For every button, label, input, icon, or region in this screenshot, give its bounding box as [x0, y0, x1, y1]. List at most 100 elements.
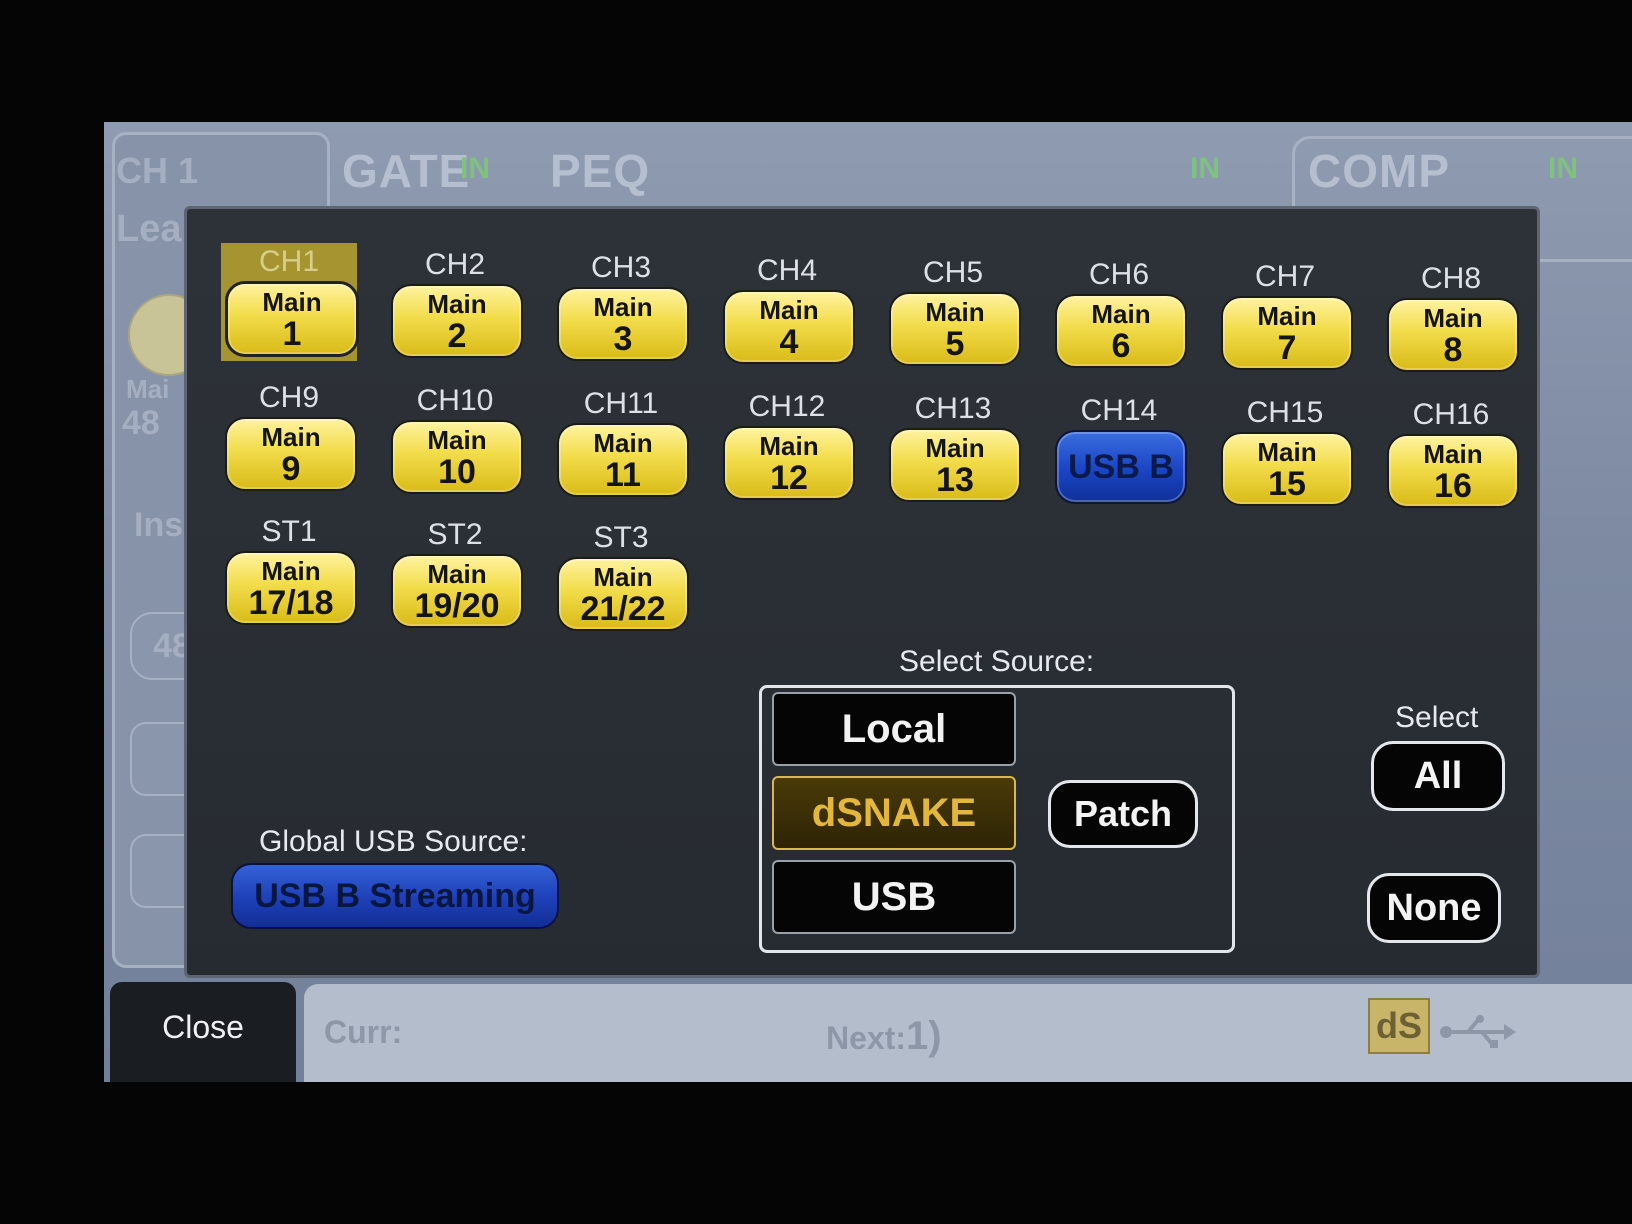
channel-source-button-ch6[interactable]: Main 6: [1055, 294, 1187, 368]
channel-source-value: 17/18: [248, 584, 334, 622]
channel-cell-ch3: CH3 Main 3: [553, 249, 689, 367]
channel-source-value: 21/22: [580, 590, 666, 628]
channel-bus-label: Main: [759, 295, 819, 325]
patch-button[interactable]: Patch: [1048, 780, 1198, 848]
background-label-ins: Ins: [134, 506, 184, 544]
channel-bus-label: Main: [1257, 437, 1317, 467]
channel-source-button-ch15[interactable]: Main 15: [1221, 432, 1353, 506]
background-tab-comp: COMP: [1308, 145, 1450, 197]
channel-bus-label: Main: [1091, 299, 1151, 329]
channel-cell-ch4: CH4 Main 4: [719, 252, 855, 370]
mixer-screen: CH 1 Lea Mai 48 Ins 48 GATE IN PEQ IN CO…: [104, 122, 1632, 1082]
source-local-button[interactable]: Local: [772, 692, 1016, 766]
channel-source-value: 1: [282, 315, 302, 353]
channel-name: CH15: [1246, 396, 1324, 429]
channel-source-button-ch14[interactable]: USB B: [1055, 430, 1187, 504]
channel-name: CH9: [258, 381, 319, 414]
channel-source-button-ch12[interactable]: Main 12: [723, 426, 855, 500]
channel-cell-ch14: CH14 USB B: [1051, 392, 1187, 510]
source-usb-button[interactable]: USB: [772, 860, 1016, 934]
channel-bus-label: Main: [925, 433, 985, 463]
source-select-popup: CH1 Main 1 CH2 Main 2 CH3 Main 3 CH4 Main 4 CH5 Main 5…: [184, 206, 1540, 978]
channel-bus-label: Main: [759, 431, 819, 461]
channel-source-button-ch1[interactable]: Main 1: [225, 281, 359, 357]
channel-cell-ch10: CH10 Main 10: [387, 382, 523, 500]
channel-source-button-ch13[interactable]: Main 13: [889, 428, 1021, 502]
background-label-48: 48: [122, 404, 160, 442]
channel-source-button-ch16[interactable]: Main 16: [1387, 434, 1519, 508]
current-scene-label: Curr:: [324, 1014, 403, 1050]
channel-name: ST1: [261, 515, 317, 548]
channel-bus-label: Main: [261, 556, 321, 586]
channel-name: CH14: [1080, 394, 1158, 427]
channel-source-button-ch8[interactable]: Main 8: [1387, 298, 1519, 372]
channel-source-button-ch3[interactable]: Main 3: [557, 287, 689, 361]
channel-source-value: 6: [1111, 327, 1131, 365]
source-dsnake-button[interactable]: dSNAKE: [772, 776, 1016, 850]
channel-bus-label: Main: [262, 287, 322, 317]
channel-name: CH8: [1420, 262, 1481, 295]
channel-source-button-st3[interactable]: Main 21/22: [557, 557, 689, 631]
channel-source-value: 9: [281, 450, 301, 488]
channel-bus-label: Main: [593, 292, 653, 322]
background-channel-name: CH 1: [116, 150, 199, 191]
channel-source-button-st1[interactable]: Main 17/18: [225, 551, 357, 625]
channel-bus-label: Main: [593, 428, 653, 458]
channel-name: ST2: [427, 518, 483, 551]
channel-source-value: 11: [605, 456, 641, 494]
select-none-button[interactable]: None: [1367, 873, 1501, 943]
channel-name: CH13: [914, 392, 992, 425]
channel-cell-ch8: CH8 Main 8: [1383, 260, 1519, 378]
channel-source-button-ch2[interactable]: Main 2: [391, 284, 523, 358]
channel-source-button-ch10[interactable]: Main 10: [391, 420, 523, 494]
next-scene-value: 1): [906, 1014, 942, 1058]
channel-source-value: 8: [1443, 331, 1463, 369]
channel-name: CH16: [1412, 398, 1490, 431]
channel-name: ST3: [593, 521, 649, 554]
channel-source-button-ch4[interactable]: Main 4: [723, 290, 855, 364]
channel-source-value: 15: [1268, 465, 1306, 503]
channel-name: CH10: [416, 384, 494, 417]
channel-source-button-ch5[interactable]: Main 5: [889, 292, 1021, 366]
select-source-panel: Local dSNAKE USB Patch: [759, 685, 1235, 953]
channel-cell-ch9: CH9 Main 9: [221, 379, 357, 497]
channel-bus-label: Main: [427, 289, 487, 319]
channel-name: CH6: [1088, 258, 1149, 291]
channel-cell-st3: ST3 Main 21/22: [553, 519, 689, 637]
channel-cell-ch6: CH6 Main 6: [1051, 256, 1187, 374]
channel-source-value: 7: [1277, 329, 1297, 367]
channel-cell-ch12: CH12 Main 12: [719, 388, 855, 506]
channel-bus-label: Main: [427, 559, 487, 589]
channel-cell-ch1: CH1 Main 1: [221, 243, 359, 361]
channel-name: CH4: [756, 254, 817, 287]
select-all-button[interactable]: All: [1371, 741, 1505, 811]
channel-source-button-ch7[interactable]: Main 7: [1221, 296, 1353, 370]
channel-name: CH3: [590, 251, 651, 284]
channel-cell-ch13: CH13 Main 13: [885, 390, 1021, 508]
select-label: Select: [1395, 701, 1479, 734]
channel-source-button-st2[interactable]: Main 19/20: [391, 554, 523, 628]
close-button[interactable]: Close: [110, 982, 296, 1082]
channel-source-value: 12: [770, 459, 808, 497]
channel-source-value: 4: [779, 323, 799, 361]
next-scene: Next:1): [826, 1014, 942, 1059]
channel-name: CH11: [583, 387, 659, 420]
usb-icon: [1438, 1012, 1518, 1061]
background-tab-comp-in: IN: [1548, 152, 1578, 185]
channel-source-button-ch11[interactable]: Main 11: [557, 423, 689, 497]
global-usb-source-button[interactable]: USB B Streaming: [231, 863, 559, 929]
channel-name: CH1: [258, 245, 319, 278]
channel-source-button-ch9[interactable]: Main 9: [225, 417, 357, 491]
channel-cell-ch5: CH5 Main 5: [885, 254, 1021, 372]
channel-source-value: 3: [613, 320, 633, 358]
channel-bus-label: Main: [593, 562, 653, 592]
background-tab-gate: GATE: [342, 145, 471, 197]
background-channel-sub: Lea: [116, 208, 182, 250]
channel-name: CH12: [748, 390, 826, 423]
background-tab-peq-in: IN: [1190, 152, 1220, 185]
channel-bus-label: Main: [427, 425, 487, 455]
background-label-mai: Mai: [126, 374, 170, 404]
channel-cell-st2: ST2 Main 19/20: [387, 516, 523, 634]
channel-source-value: 5: [945, 325, 965, 363]
channel-source-value: 13: [936, 461, 974, 499]
